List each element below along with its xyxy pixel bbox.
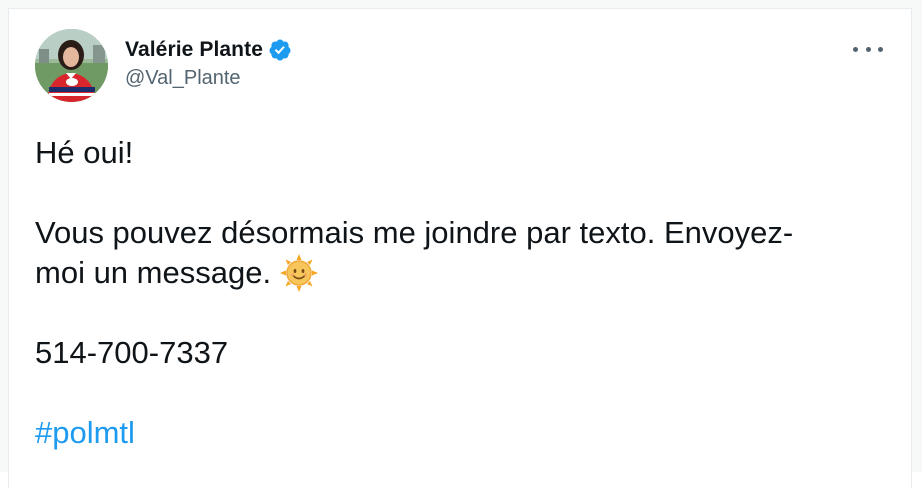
tweet-line-message-cont: moi un message. xyxy=(35,253,895,293)
more-dot xyxy=(878,46,883,52)
tweet-line-message: Vous pouvez désormais me joindre par tex… xyxy=(35,215,794,250)
more-icon[interactable] xyxy=(853,39,883,59)
verified-badge-icon xyxy=(268,38,292,62)
page-background: Valérie Plante @Val_Plante Hé oui! Vous … xyxy=(0,0,922,488)
tweet-text: Hé oui! Vous pouvez désormais me joindre… xyxy=(35,133,895,453)
avatar[interactable] xyxy=(35,29,108,102)
line-break xyxy=(35,293,895,333)
tweet-line-greeting: Hé oui! xyxy=(35,135,134,170)
hashtag-link[interactable]: #polmtl xyxy=(35,415,135,450)
profile-photo-icon xyxy=(35,29,108,102)
smiling-sun-emoji-icon xyxy=(279,253,319,293)
more-dot xyxy=(853,46,858,52)
tweet-card[interactable]: Valérie Plante @Val_Plante Hé oui! Vous … xyxy=(8,8,912,488)
line-break xyxy=(35,173,895,213)
author-display-name[interactable]: Valérie Plante xyxy=(125,38,263,62)
tweet-line-message-end: moi un message. xyxy=(35,255,272,290)
tweet-phone-number: 514-700-7337 xyxy=(35,335,229,370)
author-name-row: Valérie Plante xyxy=(125,36,292,64)
line-break xyxy=(35,373,895,413)
more-dot xyxy=(865,46,871,52)
author-handle[interactable]: @Val_Plante xyxy=(125,67,241,90)
